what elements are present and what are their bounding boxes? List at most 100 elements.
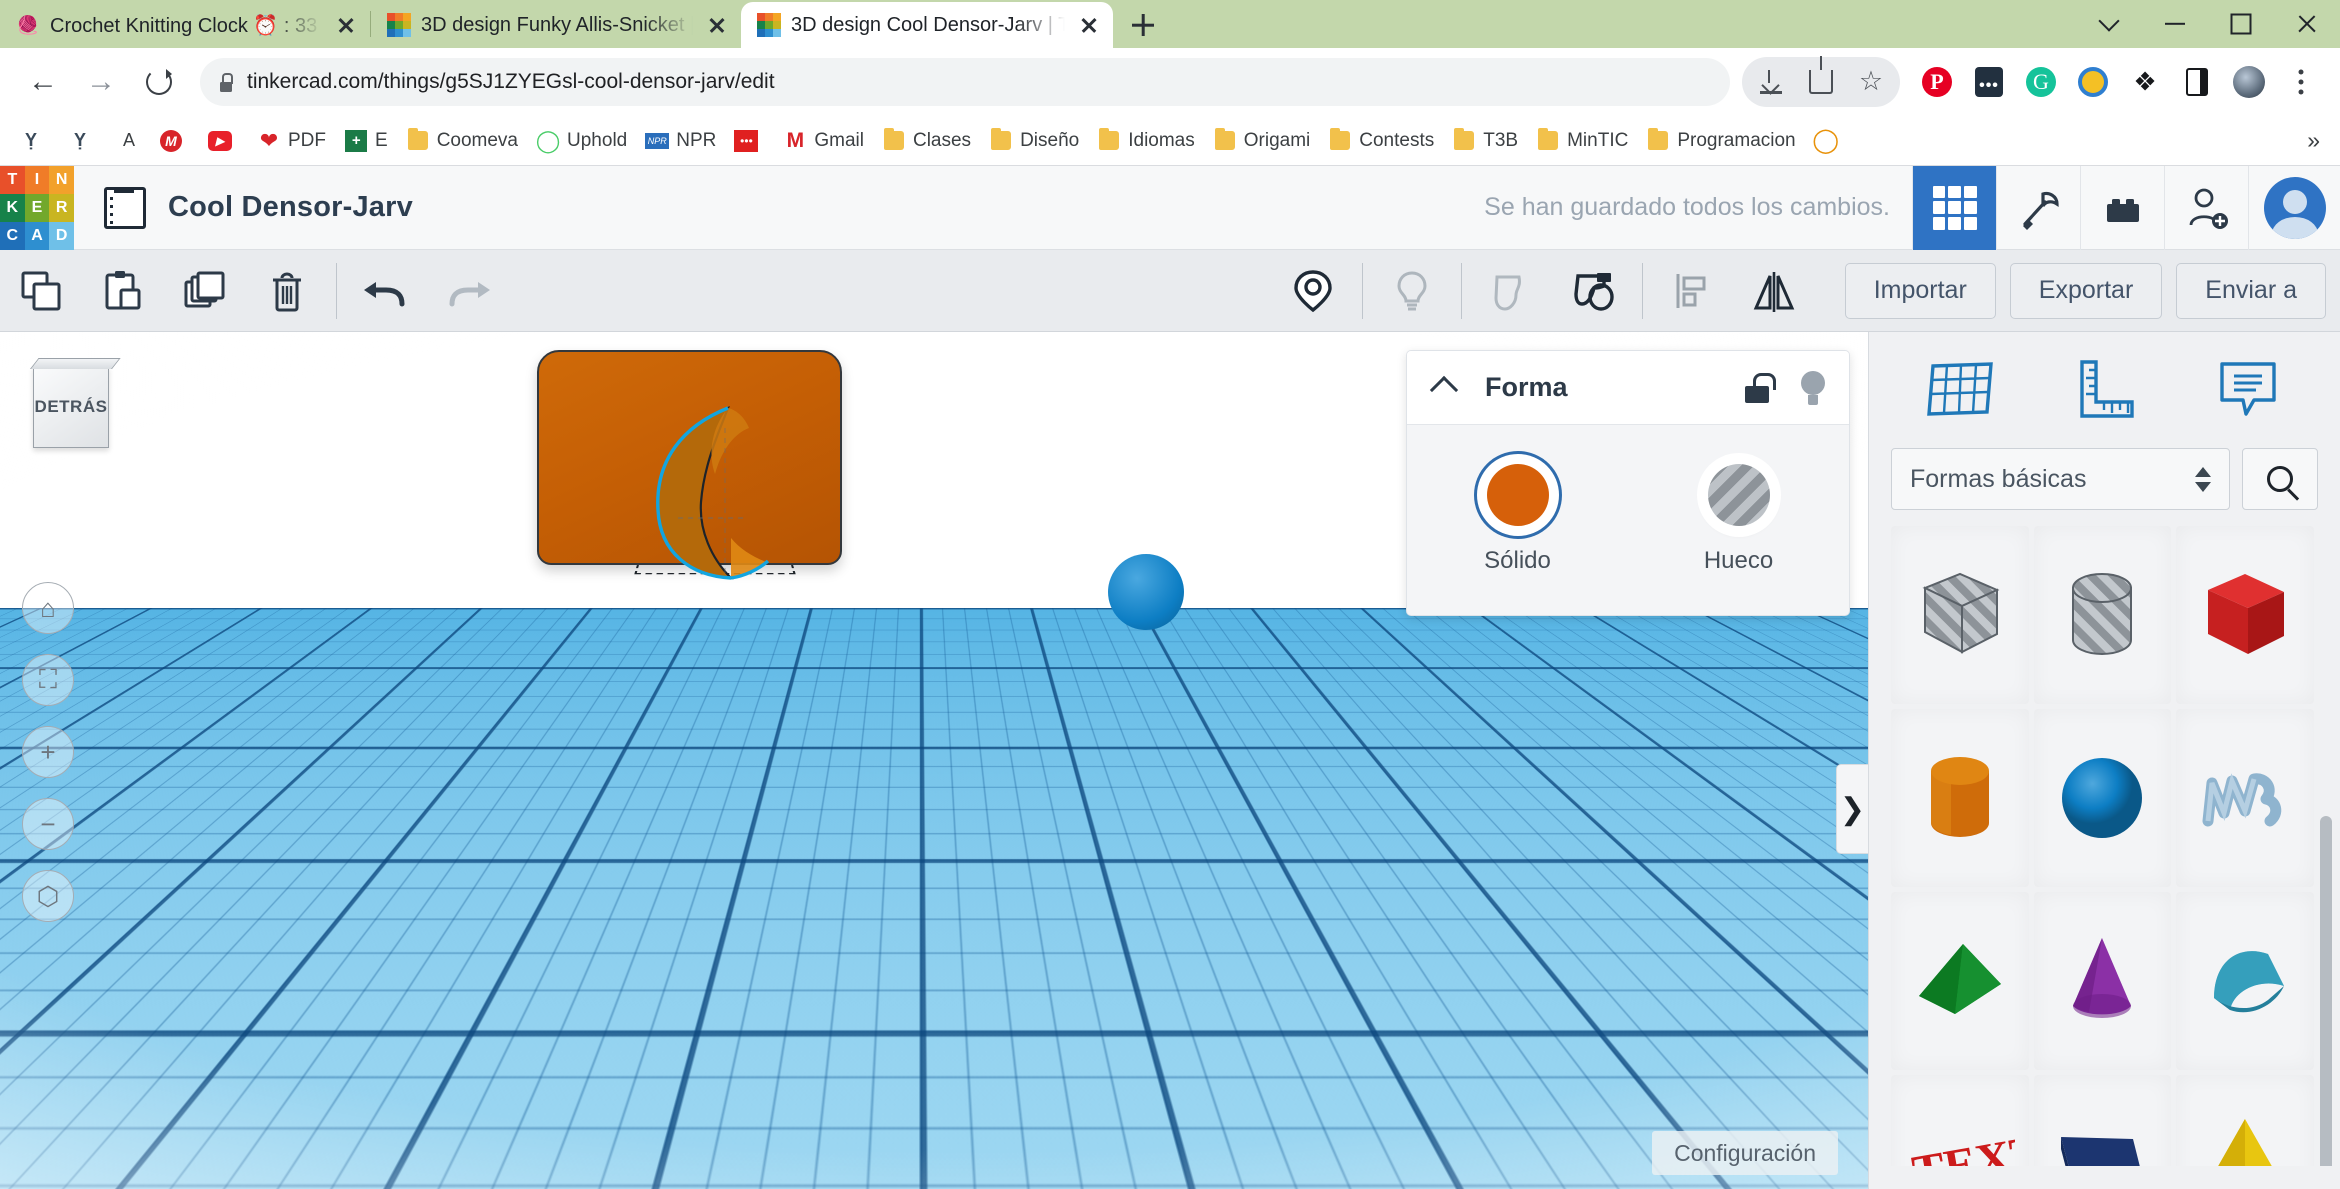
- profile-avatar-icon[interactable]: [2224, 57, 2274, 107]
- workplane-grid-button[interactable]: [1912, 165, 1996, 250]
- category-select[interactable]: Formas básicas: [1891, 448, 2230, 510]
- bookmarks-overflow-button[interactable]: »: [2297, 127, 2330, 154]
- maximize-button[interactable]: [2208, 0, 2274, 48]
- import-button[interactable]: Importar: [1844, 262, 1996, 319]
- codeblocks-button[interactable]: [1996, 165, 2080, 250]
- note-button[interactable]: [1470, 250, 1552, 332]
- model-sphere[interactable]: [1108, 554, 1184, 630]
- side-panel-icon[interactable]: [2172, 57, 2222, 107]
- user-avatar[interactable]: [2248, 165, 2340, 250]
- shape-item-box-red[interactable]: [2176, 526, 2314, 704]
- close-window-button[interactable]: [2274, 0, 2340, 48]
- unlock-icon[interactable]: [1745, 372, 1776, 403]
- tinkercad-logo[interactable]: T I N K E R C A D: [0, 165, 74, 250]
- bookmark-item[interactable]: T3B: [1443, 122, 1527, 160]
- bookmark-item[interactable]: M: [150, 122, 199, 160]
- export-button[interactable]: Exportar: [2009, 262, 2163, 319]
- copy-button[interactable]: [0, 250, 82, 332]
- bookmark-item[interactable]: Clases: [873, 122, 980, 160]
- tab-notes[interactable]: [2198, 348, 2298, 432]
- solid-swatch[interactable]: [1481, 459, 1554, 531]
- zoom-out-button[interactable]: −: [22, 798, 74, 850]
- clock-icon[interactable]: [2068, 57, 2118, 107]
- workplane-button[interactable]: [1272, 250, 1354, 332]
- reload-button[interactable]: [130, 53, 188, 111]
- address-bar[interactable]: tinkercad.com/things/g5SJ1ZYEGsl-cool-de…: [200, 58, 1730, 106]
- bookmark-item[interactable]: Diseño: [980, 122, 1088, 160]
- dark-reader-icon[interactable]: •••: [1964, 57, 2014, 107]
- grammarly-icon[interactable]: G: [2016, 57, 2066, 107]
- model-crescent-moon[interactable]: [633, 398, 793, 583]
- bookmark-item[interactable]: •••: [725, 122, 774, 160]
- close-icon[interactable]: [332, 11, 360, 39]
- back-button[interactable]: ←: [14, 53, 72, 111]
- bookmark-item[interactable]: Ỵ: [10, 122, 59, 160]
- bookmark-item[interactable]: AA: [108, 122, 150, 160]
- browser-tab[interactable]: 3D design Funky Allis-Snicket | Ti: [371, 2, 741, 48]
- zoom-in-button[interactable]: +: [22, 726, 74, 778]
- shape-item-text-red[interactable]: TEXT: [1891, 1075, 2029, 1166]
- share-icon[interactable]: [1796, 56, 1846, 107]
- hole-swatch[interactable]: [1702, 459, 1775, 531]
- panel-toggle-button[interactable]: ❯: [1836, 764, 1868, 854]
- bookmark-item[interactable]: NPR NPR: [636, 122, 725, 160]
- pinterest-icon[interactable]: P: [1912, 57, 1962, 107]
- shape-item-pyramid-green[interactable]: [1891, 892, 2029, 1070]
- minimize-button[interactable]: [2142, 0, 2208, 48]
- fit-all-button[interactable]: ⛶: [22, 654, 74, 706]
- shape-item-box-hole[interactable]: [1891, 526, 2029, 704]
- shape-item-slab-navy[interactable]: [2033, 1075, 2172, 1166]
- shape-item-roof-teal[interactable]: [2176, 892, 2314, 1070]
- mirror-button[interactable]: [1733, 250, 1815, 332]
- shape-item-cone-purple[interactable]: [2033, 892, 2172, 1070]
- solid-option[interactable]: Sólido: [1407, 459, 1628, 575]
- blocks-button[interactable]: [2080, 165, 2164, 250]
- redo-button[interactable]: [427, 250, 509, 332]
- group-button[interactable]: [1552, 250, 1634, 332]
- config-button[interactable]: Configuración: [1652, 1131, 1838, 1175]
- browser-tab[interactable]: 🧶 Crochet Knitting Clock ⏰ : 33 St: [0, 2, 370, 48]
- tab-ruler[interactable]: [2054, 348, 2154, 432]
- lightbulb-icon[interactable]: [1799, 370, 1827, 405]
- bookmark-item[interactable]: ❤ PDF: [248, 122, 335, 160]
- bookmark-item[interactable]: Origami: [1204, 122, 1320, 160]
- sidebar-scrollbar[interactable]: [2320, 816, 2332, 1166]
- bookmark-item[interactable]: Idiomas: [1088, 122, 1204, 160]
- design-list-icon[interactable]: [104, 186, 146, 229]
- delete-button[interactable]: [246, 250, 328, 332]
- search-button[interactable]: [2242, 448, 2318, 510]
- hole-option[interactable]: Hueco: [1628, 459, 1849, 575]
- shape-item-cylinder-hole[interactable]: [2033, 526, 2172, 704]
- bookmark-item[interactable]: Programacion: [1637, 122, 1804, 160]
- download-icon[interactable]: [1746, 57, 1796, 107]
- shape-item-sphere-blue[interactable]: [2033, 709, 2172, 887]
- bookmark-item[interactable]: + E: [335, 122, 397, 160]
- extensions-puzzle-icon[interactable]: ❖: [2120, 57, 2170, 107]
- view-cube[interactable]: DETRÁS: [33, 366, 109, 448]
- ortho-perspective-button[interactable]: ⬡: [22, 870, 74, 922]
- duplicate-button[interactable]: [164, 250, 246, 332]
- bookmark-item[interactable]: ◯ Uphold: [527, 122, 636, 160]
- align-button[interactable]: [1651, 250, 1733, 332]
- bookmark-item[interactable]: M Gmail: [774, 122, 873, 160]
- undo-button[interactable]: [345, 250, 427, 332]
- bookmark-item[interactable]: Coomeva: [397, 122, 527, 160]
- caret-up-icon[interactable]: [1429, 373, 1459, 403]
- chevron-down-icon[interactable]: [2076, 0, 2142, 48]
- shape-item-pyramid-yellow[interactable]: [2176, 1075, 2314, 1166]
- new-tab-button[interactable]: [1119, 2, 1167, 48]
- bookmark-item[interactable]: ▶: [199, 122, 248, 160]
- browser-tab-active[interactable]: 3D design Cool Densor-Jarv | Tin: [741, 2, 1113, 48]
- shape-item-scribble[interactable]: [2176, 709, 2314, 887]
- bookmark-item[interactable]: MinTIC: [1527, 122, 1637, 160]
- bookmark-item[interactable]: Ỵ: [59, 122, 108, 160]
- home-view-button[interactable]: ⌂: [22, 582, 74, 634]
- ruler-button[interactable]: [1371, 250, 1453, 332]
- paste-button[interactable]: [82, 250, 164, 332]
- bookmark-item[interactable]: ◯: [1805, 122, 1847, 160]
- bookmark-star-icon[interactable]: ☆: [1846, 57, 1896, 107]
- send-to-button[interactable]: Enviar a: [2176, 262, 2326, 319]
- tab-shapes[interactable]: [1911, 348, 2011, 432]
- chrome-menu-icon[interactable]: [2276, 57, 2326, 107]
- close-icon[interactable]: [703, 11, 731, 39]
